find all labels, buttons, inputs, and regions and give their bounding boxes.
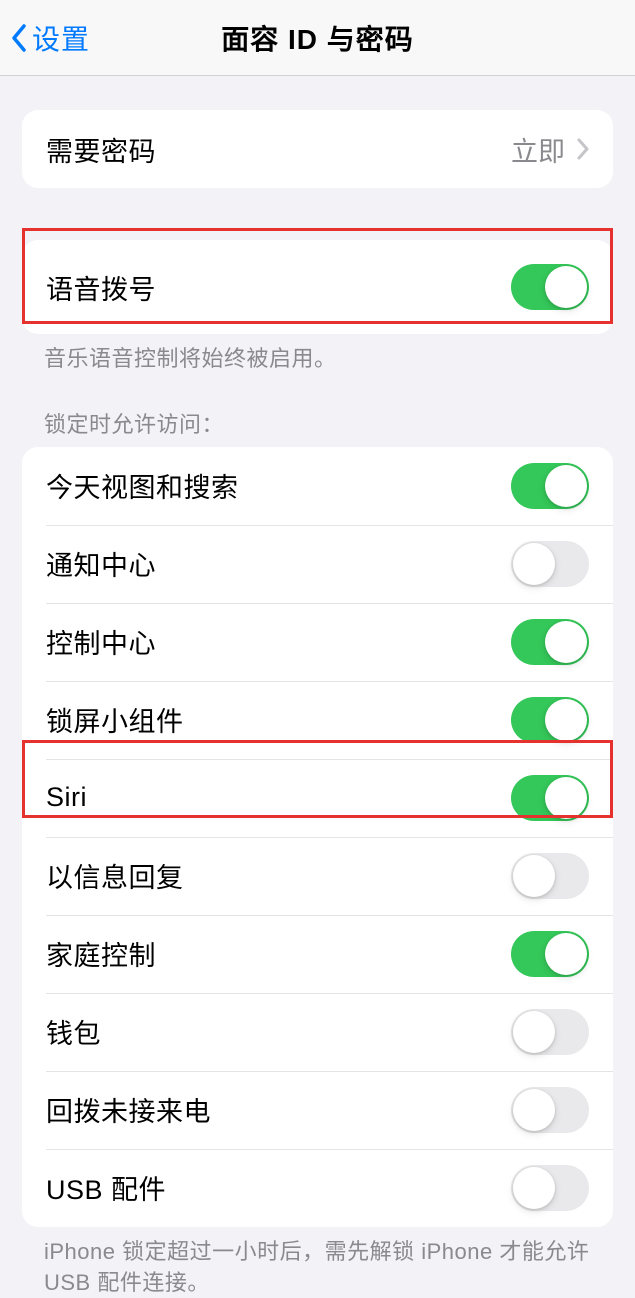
require-passcode-value: 立即 [511,130,565,169]
allow-access-item-label: 以信息回复 [46,856,184,895]
require-passcode-group: 需要密码 立即 [22,110,613,188]
allow-access-row: 家庭控制 [22,915,613,993]
require-passcode-label: 需要密码 [46,130,156,169]
allow-access-item-label: USB 配件 [46,1168,166,1207]
allow-access-item-label: 锁屏小组件 [46,700,184,739]
voice-dial-label: 语音拨号 [46,268,156,307]
allow-access-row: 通知中心 [22,525,613,603]
allow-access-toggle[interactable] [511,1087,589,1133]
allow-access-toggle[interactable] [511,541,589,587]
allow-access-item-label: 钱包 [46,1012,101,1051]
allow-access-group: 今天视图和搜索通知中心控制中心锁屏小组件 Siri 以信息回复家庭控制钱包回拨未接来… [22,447,613,1227]
back-button[interactable]: 设置 [10,18,90,58]
allow-access-item-label: 控制中心 [46,622,156,661]
allow-access-toggle[interactable] [511,853,589,899]
allow-access-row: 回拨未接来电 [22,1071,613,1149]
require-passcode-row[interactable]: 需要密码 立即 [22,110,613,188]
allow-access-header: 锁定时允许访问： [0,375,635,447]
allow-access-item-label: 今天视图和搜索 [46,466,239,505]
back-label: 设置 [32,18,90,58]
allow-access-row: Siri [22,759,613,837]
allow-access-item-label: 家庭控制 [46,934,156,973]
allow-access-row: 今天视图和搜索 [22,447,613,525]
voice-dial-group: 语音拨号 [22,240,613,334]
voice-dial-toggle[interactable] [511,264,589,310]
allow-access-footer: iPhone 锁定超过一小时后，需先解锁 iPhone 才能允许 USB 配件连… [0,1227,635,1298]
allow-access-toggle[interactable] [511,1009,589,1055]
allow-access-item-label: Siri [46,782,87,813]
allow-access-row: 控制中心 [22,603,613,681]
allow-access-toggle[interactable] [511,463,589,509]
navigation-bar: 设置 面容 ID 与密码 [0,0,635,76]
allow-access-row: 钱包 [22,993,613,1071]
allow-access-item-label: 回拨未接来电 [46,1090,211,1129]
allow-access-toggle[interactable] [511,619,589,665]
allow-access-toggle[interactable] [511,931,589,977]
allow-access-toggle[interactable] [511,1165,589,1211]
voice-dial-footer: 音乐语音控制将始终被启用。 [0,334,635,375]
allow-access-row: USB 配件 [22,1149,613,1227]
chevron-right-icon [577,138,589,160]
allow-access-toggle[interactable] [511,775,589,821]
allow-access-row: 锁屏小组件 [22,681,613,759]
allow-access-item-label: 通知中心 [46,544,156,583]
chevron-left-icon [10,23,28,53]
voice-dial-row: 语音拨号 [22,240,613,334]
page-title: 面容 ID 与密码 [0,18,635,58]
allow-access-toggle[interactable] [511,697,589,743]
allow-access-row: 以信息回复 [22,837,613,915]
